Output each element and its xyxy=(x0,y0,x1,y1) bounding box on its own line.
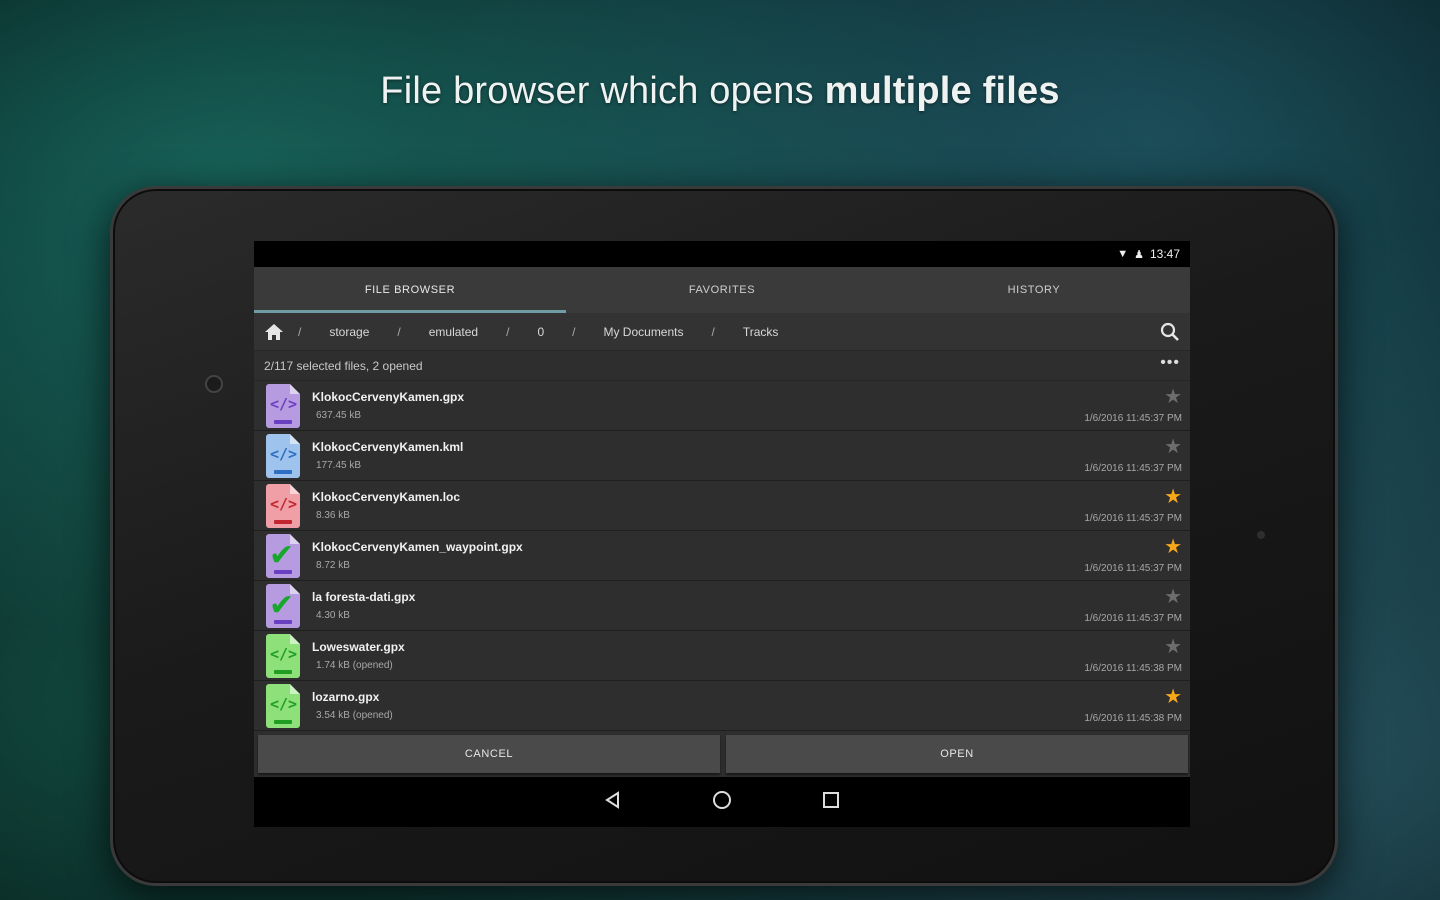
file-meta: Loweswater.gpx 1.74 kB (opened) xyxy=(302,631,1084,680)
file-row[interactable]: ✔ KlokocCervenyKamen_waypoint.gpx 8.72 kB ★… xyxy=(254,531,1190,581)
file-date: 1/6/2016 11:45:37 PM xyxy=(1084,413,1182,424)
file-date: 1/6/2016 11:45:37 PM xyxy=(1084,463,1182,474)
breadcrumb-separator: / xyxy=(298,324,302,339)
star-icon[interactable]: ★ xyxy=(1164,587,1182,607)
breadcrumb-separator: / xyxy=(506,324,510,339)
file-checked-icon[interactable]: ✔ xyxy=(264,584,302,628)
file-row[interactable]: </> KlokocCervenyKamen.gpx 637.45 kB ★ 1/6/2… xyxy=(254,381,1190,431)
code-tag-icon: </> xyxy=(270,695,298,713)
star-icon[interactable]: ★ xyxy=(1164,637,1182,657)
cancel-button[interactable]: CANCEL xyxy=(258,735,720,773)
breadcrumb: / storage / emulated / 0 / My Documents … xyxy=(254,313,1190,351)
selection-info: 2/117 selected files, 2 opened ••• xyxy=(254,351,1190,381)
file-list: </> KlokocCervenyKamen.gpx 637.45 kB ★ 1/6/2… xyxy=(254,381,1190,733)
file-meta: la foresta-dati.gpx 4.30 kB xyxy=(302,581,1084,630)
selection-text: 2/117 selected files, 2 opened xyxy=(264,358,423,373)
file-row[interactable]: </> KlokocCervenyKamen.kml 177.45 kB ★ 1/6/2… xyxy=(254,431,1190,481)
star-icon[interactable]: ★ xyxy=(1164,537,1182,557)
file-name: Loweswater.gpx xyxy=(312,640,405,654)
file-name: KlokocCervenyKamen_waypoint.gpx xyxy=(312,540,523,554)
app-screen: ▼ ♟ 13:47 FILE BROWSER FAVORITES HISTORY… xyxy=(254,241,1190,827)
file-name: KlokocCervenyKamen.gpx xyxy=(312,390,465,404)
more-horizontal-icon[interactable]: ••• xyxy=(1160,354,1180,374)
file-date: 1/6/2016 11:45:37 PM xyxy=(1084,513,1182,524)
code-tag-icon: </> xyxy=(270,445,298,463)
file-date: 1/6/2016 11:45:38 PM xyxy=(1084,663,1182,674)
code-tag-icon: </> xyxy=(270,645,298,663)
checkmark-icon: ✔ xyxy=(269,588,295,623)
tab-history[interactable]: HISTORY xyxy=(878,267,1190,313)
breadcrumb-storage[interactable]: storage xyxy=(315,325,383,339)
file-row[interactable]: ✔ la foresta-dati.gpx 4.30 kB ★ 1/6/2016 11:… xyxy=(254,581,1190,631)
breadcrumb-tracks[interactable]: Tracks xyxy=(729,325,793,339)
headline-text: File browser which opens xyxy=(380,70,825,112)
file-row[interactable]: </> lozarno.gpx 3.54 kB (opened) ★ 1/6/2016 … xyxy=(254,681,1190,731)
breadcrumb-0[interactable]: 0 xyxy=(523,325,558,339)
file-code-icon[interactable]: </> xyxy=(264,684,302,728)
back-triangle-icon[interactable] xyxy=(603,790,623,815)
tab-favorites[interactable]: FAVORITES xyxy=(566,267,878,313)
breadcrumb-separator: / xyxy=(397,324,401,339)
file-meta: lozarno.gpx 3.54 kB (opened) xyxy=(302,681,1084,730)
file-size: 637.45 kB xyxy=(316,410,362,421)
file-name: la foresta-dati.gpx xyxy=(312,590,416,604)
file-code-icon[interactable]: </> xyxy=(264,634,302,678)
camera xyxy=(205,375,223,393)
navigation-bar xyxy=(254,777,1190,827)
status-bar: ▼ ♟ 13:47 xyxy=(254,241,1190,267)
tab-indicator xyxy=(254,310,566,313)
file-size: 177.45 kB xyxy=(316,460,362,471)
home-icon[interactable] xyxy=(264,323,284,341)
file-checked-icon[interactable]: ✔ xyxy=(264,534,302,578)
file-size: 3.54 kB (opened) xyxy=(316,710,393,721)
file-size: 8.72 kB xyxy=(316,560,350,571)
file-meta: KlokocCervenyKamen_waypoint.gpx 8.72 kB xyxy=(302,531,1084,580)
breadcrumb-separator: / xyxy=(572,324,576,339)
file-code-icon[interactable]: </> xyxy=(264,384,302,428)
headline: File browser which opens multiple files xyxy=(0,70,1440,113)
file-meta: KlokocCervenyKamen.gpx 637.45 kB xyxy=(302,381,1084,430)
breadcrumb-emulated[interactable]: emulated xyxy=(415,325,492,339)
file-name: KlokocCervenyKamen.kml xyxy=(312,440,464,454)
file-name: lozarno.gpx xyxy=(312,690,380,704)
status-time: 13:47 xyxy=(1149,247,1180,261)
headline-bold: multiple files xyxy=(824,70,1060,112)
file-size: 1.74 kB (opened) xyxy=(316,660,393,671)
open-button[interactable]: OPEN xyxy=(726,735,1188,773)
tab-file-browser[interactable]: FILE BROWSER xyxy=(254,267,566,313)
file-date: 1/6/2016 11:45:37 PM xyxy=(1084,563,1182,574)
breadcrumb-separator: / xyxy=(711,324,715,339)
wifi-icon: ▼ xyxy=(1117,248,1129,260)
file-code-icon[interactable]: </> xyxy=(264,484,302,528)
search-icon[interactable] xyxy=(1160,322,1180,342)
file-row[interactable]: </> KlokocCervenyKamen.loc 8.36 kB ★ 1/6/201… xyxy=(254,481,1190,531)
person-icon: ♟ xyxy=(1134,248,1144,261)
star-icon[interactable]: ★ xyxy=(1164,687,1182,707)
home-circle-icon[interactable] xyxy=(711,789,733,816)
file-name: KlokocCervenyKamen.loc xyxy=(312,490,461,504)
file-date: 1/6/2016 11:45:38 PM xyxy=(1084,713,1182,724)
star-icon[interactable]: ★ xyxy=(1164,437,1182,457)
sensor xyxy=(1257,531,1265,539)
file-size: 8.36 kB xyxy=(316,510,350,521)
tab-bar: FILE BROWSER FAVORITES HISTORY xyxy=(254,267,1190,313)
file-size: 4.30 kB xyxy=(316,610,350,621)
breadcrumb-my-documents[interactable]: My Documents xyxy=(589,325,697,339)
file-meta: KlokocCervenyKamen.kml 177.45 kB xyxy=(302,431,1084,480)
file-row[interactable]: </> Loweswater.gpx 1.74 kB (opened) ★ 1/6/20… xyxy=(254,631,1190,681)
star-icon[interactable]: ★ xyxy=(1164,487,1182,507)
file-date: 1/6/2016 11:45:37 PM xyxy=(1084,613,1182,624)
code-tag-icon: </> xyxy=(270,395,298,413)
file-code-icon[interactable]: </> xyxy=(264,434,302,478)
star-icon[interactable]: ★ xyxy=(1164,387,1182,407)
action-bar: CANCEL OPEN xyxy=(254,733,1190,777)
recents-square-icon[interactable] xyxy=(821,790,841,815)
checkmark-icon: ✔ xyxy=(269,538,295,573)
code-tag-icon: </> xyxy=(270,495,298,513)
file-meta: KlokocCervenyKamen.loc 8.36 kB xyxy=(302,481,1084,530)
